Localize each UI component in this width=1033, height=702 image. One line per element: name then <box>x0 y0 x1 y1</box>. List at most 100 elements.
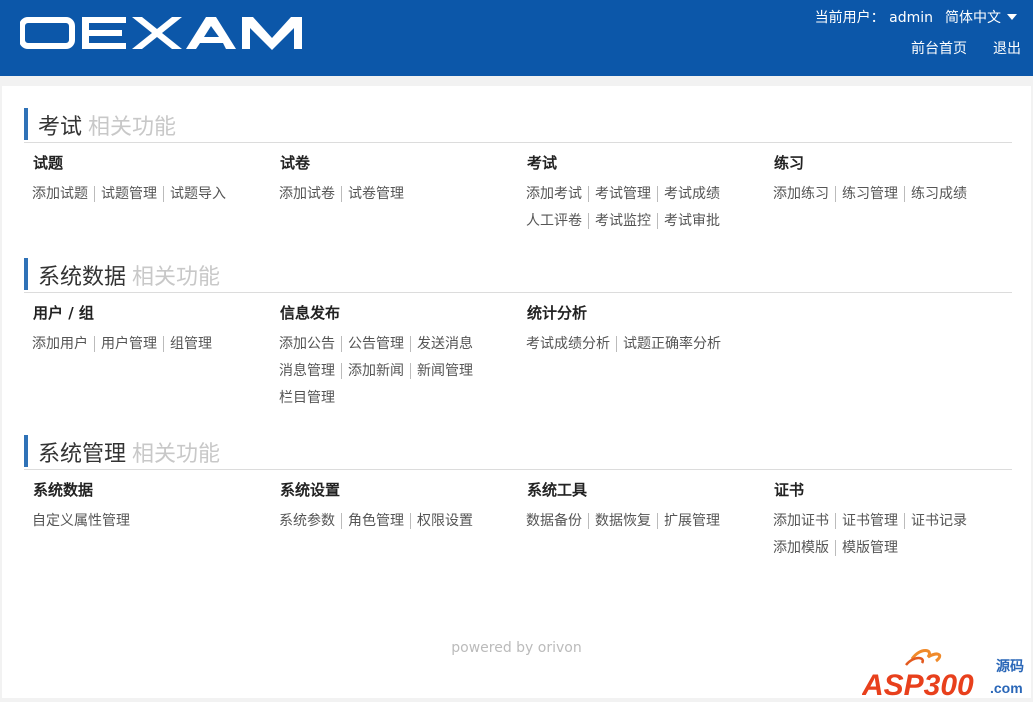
group-title: 证书 <box>774 481 805 499</box>
link-add-practice[interactable]: 添加练习 <box>773 186 835 202</box>
link-add-template[interactable]: 添加模版 <box>773 540 835 556</box>
language-select[interactable]: 简体中文 <box>945 7 1017 27</box>
link-permission-settings[interactable]: 权限设置 <box>410 513 479 529</box>
link-manual-grading[interactable]: 人工评卷 <box>526 213 588 229</box>
group-title: 试卷 <box>280 154 311 172</box>
section-title-main: 考试 <box>38 115 83 140</box>
main-panel: 考试 相关功能 试题 添加试题 试题管理 试题导入 试卷 添加试卷 试卷管理 考… <box>2 86 1031 698</box>
group-title: 系统设置 <box>280 481 341 499</box>
section-system-admin: 系统管理 相关功能 系统数据 自定义属性管理 系统设置 系统参数 角色管理 权限… <box>24 435 1012 570</box>
group-papers: 试卷 添加试卷 试卷管理 <box>271 153 511 208</box>
link-exam-scores[interactable]: 考试成绩 <box>657 186 726 202</box>
link-add-certificate[interactable]: 添加证书 <box>773 513 835 529</box>
group-title: 考试 <box>527 154 558 172</box>
link-manage-practice[interactable]: 练习管理 <box>835 186 904 202</box>
group-practice: 练习 添加练习 练习管理 练习成绩 <box>765 153 1005 208</box>
link-add-notice[interactable]: 添加公告 <box>279 336 341 352</box>
group-links: 自定义属性管理 <box>32 508 242 535</box>
oexam-logo[interactable] <box>20 14 320 54</box>
link-accuracy-analysis[interactable]: 试题正确率分析 <box>616 336 727 352</box>
section-title-sub: 相关功能 <box>132 265 221 290</box>
section-title-main: 系统数据 <box>38 265 127 290</box>
group-links: 添加证书 证书管理 证书记录 添加模版 模版管理 <box>773 508 983 562</box>
group-title: 用户 / 组 <box>33 304 94 322</box>
section-exam: 考试 相关功能 试题 添加试题 试题管理 试题导入 试卷 添加试卷 试卷管理 考… <box>24 108 1012 243</box>
section-system-data: 系统数据 相关功能 用户 / 组 添加用户 用户管理 组管理 信息发布 添加公告… <box>24 258 1012 406</box>
section-title: 系统管理 相关功能 <box>24 435 1012 467</box>
group-system-tools: 系统工具 数据备份 数据恢复 扩展管理 <box>518 480 758 535</box>
link-manage-news[interactable]: 新闻管理 <box>410 363 479 379</box>
link-add-paper[interactable]: 添加试卷 <box>279 186 341 202</box>
link-manage-users[interactable]: 用户管理 <box>94 336 163 352</box>
link-import-questions[interactable]: 试题导入 <box>163 186 232 202</box>
group-system-data: 系统数据 自定义属性管理 <box>24 480 264 535</box>
group-links: 系统参数 角色管理 权限设置 <box>279 508 489 535</box>
section-title-main: 系统管理 <box>38 442 127 467</box>
watermark-brand: ASP300 <box>862 669 974 701</box>
link-system-params[interactable]: 系统参数 <box>279 513 341 529</box>
link-manage-certificates[interactable]: 证书管理 <box>835 513 904 529</box>
link-practice-scores[interactable]: 练习成绩 <box>904 186 973 202</box>
link-manage-messages[interactable]: 消息管理 <box>279 363 341 379</box>
group-users: 用户 / 组 添加用户 用户管理 组管理 <box>24 303 264 358</box>
group-links: 添加用户 用户管理 组管理 <box>32 331 242 358</box>
group-links: 添加练习 练习管理 练习成绩 <box>773 181 983 208</box>
section-groups: 试题 添加试题 试题管理 试题导入 试卷 添加试卷 试卷管理 考试 添加考试 考… <box>24 143 1012 243</box>
group-links: 考试成绩分析 试题正确率分析 <box>526 331 766 358</box>
group-statistics: 统计分析 考试成绩分析 试题正确率分析 <box>518 303 758 358</box>
section-groups: 系统数据 自定义属性管理 系统设置 系统参数 角色管理 权限设置 系统工具 数据… <box>24 470 1012 570</box>
group-system-settings: 系统设置 系统参数 角色管理 权限设置 <box>271 480 511 535</box>
link-exam-approval[interactable]: 考试审批 <box>657 213 726 229</box>
section-title-sub: 相关功能 <box>88 115 177 140</box>
link-manage-groups[interactable]: 组管理 <box>163 336 218 352</box>
logout-link[interactable]: 退出 <box>993 38 1021 58</box>
group-links: 添加试题 试题管理 试题导入 <box>32 181 242 208</box>
link-manage-roles[interactable]: 角色管理 <box>341 513 410 529</box>
group-links: 数据备份 数据恢复 扩展管理 <box>526 508 736 535</box>
group-questions: 试题 添加试题 试题管理 试题导入 <box>24 153 264 208</box>
section-title-sub: 相关功能 <box>132 442 221 467</box>
group-links: 添加试卷 试卷管理 <box>279 181 489 208</box>
link-manage-questions[interactable]: 试题管理 <box>94 186 163 202</box>
home-link[interactable]: 前台首页 <box>911 38 967 58</box>
link-manage-extensions[interactable]: 扩展管理 <box>657 513 726 529</box>
link-manage-exams[interactable]: 考试管理 <box>588 186 657 202</box>
group-title: 统计分析 <box>527 304 588 322</box>
top-header: 当前用户： admin 简体中文 前台首页 退出 <box>0 0 1033 76</box>
group-certificates: 证书 添加证书 证书管理 证书记录 添加模版 模版管理 <box>765 480 1005 562</box>
group-publishing: 信息发布 添加公告 公告管理 发送消息 消息管理 添加新闻 新闻管理 栏目管理 <box>271 303 511 412</box>
group-title: 练习 <box>774 154 805 172</box>
link-add-news[interactable]: 添加新闻 <box>341 363 410 379</box>
language-label: 简体中文 <box>945 10 1001 26</box>
link-manage-columns[interactable]: 栏目管理 <box>279 390 341 406</box>
link-add-exam[interactable]: 添加考试 <box>526 186 588 202</box>
group-links: 添加公告 公告管理 发送消息 消息管理 添加新闻 新闻管理 栏目管理 <box>279 331 489 412</box>
group-exams: 考试 添加考试 考试管理 考试成绩 人工评卷 考试监控 考试审批 <box>518 153 758 235</box>
link-certificate-records[interactable]: 证书记录 <box>904 513 973 529</box>
section-title: 系统数据 相关功能 <box>24 258 1012 290</box>
section-groups: 用户 / 组 添加用户 用户管理 组管理 信息发布 添加公告 公告管理 发送消息… <box>24 293 1012 406</box>
link-data-backup[interactable]: 数据备份 <box>526 513 588 529</box>
chevron-down-icon <box>1007 14 1017 20</box>
link-data-restore[interactable]: 数据恢复 <box>588 513 657 529</box>
link-send-message[interactable]: 发送消息 <box>410 336 479 352</box>
link-exam-monitor[interactable]: 考试监控 <box>588 213 657 229</box>
link-add-user[interactable]: 添加用户 <box>32 336 94 352</box>
link-add-question[interactable]: 添加试题 <box>32 186 94 202</box>
current-user-label: 当前用户： admin <box>814 10 933 26</box>
watermark-suffix: 源码 <box>996 658 1024 675</box>
group-title: 系统数据 <box>33 481 94 499</box>
link-manage-papers[interactable]: 试卷管理 <box>341 186 410 202</box>
group-title: 系统工具 <box>527 481 588 499</box>
watermark-domain: .com <box>990 680 1023 696</box>
section-title: 考试 相关功能 <box>24 108 1012 140</box>
link-score-analysis[interactable]: 考试成绩分析 <box>526 336 616 352</box>
group-links: 添加考试 考试管理 考试成绩 人工评卷 考试监控 考试审批 <box>526 181 736 235</box>
group-title: 试题 <box>33 154 64 172</box>
link-manage-templates[interactable]: 模版管理 <box>835 540 904 556</box>
group-title: 信息发布 <box>280 304 341 322</box>
link-manage-notices[interactable]: 公告管理 <box>341 336 410 352</box>
logo-mark <box>20 17 302 50</box>
link-custom-attributes[interactable]: 自定义属性管理 <box>32 513 136 529</box>
asp300-watermark-logo: ASP300 源码 .com <box>861 645 1030 702</box>
